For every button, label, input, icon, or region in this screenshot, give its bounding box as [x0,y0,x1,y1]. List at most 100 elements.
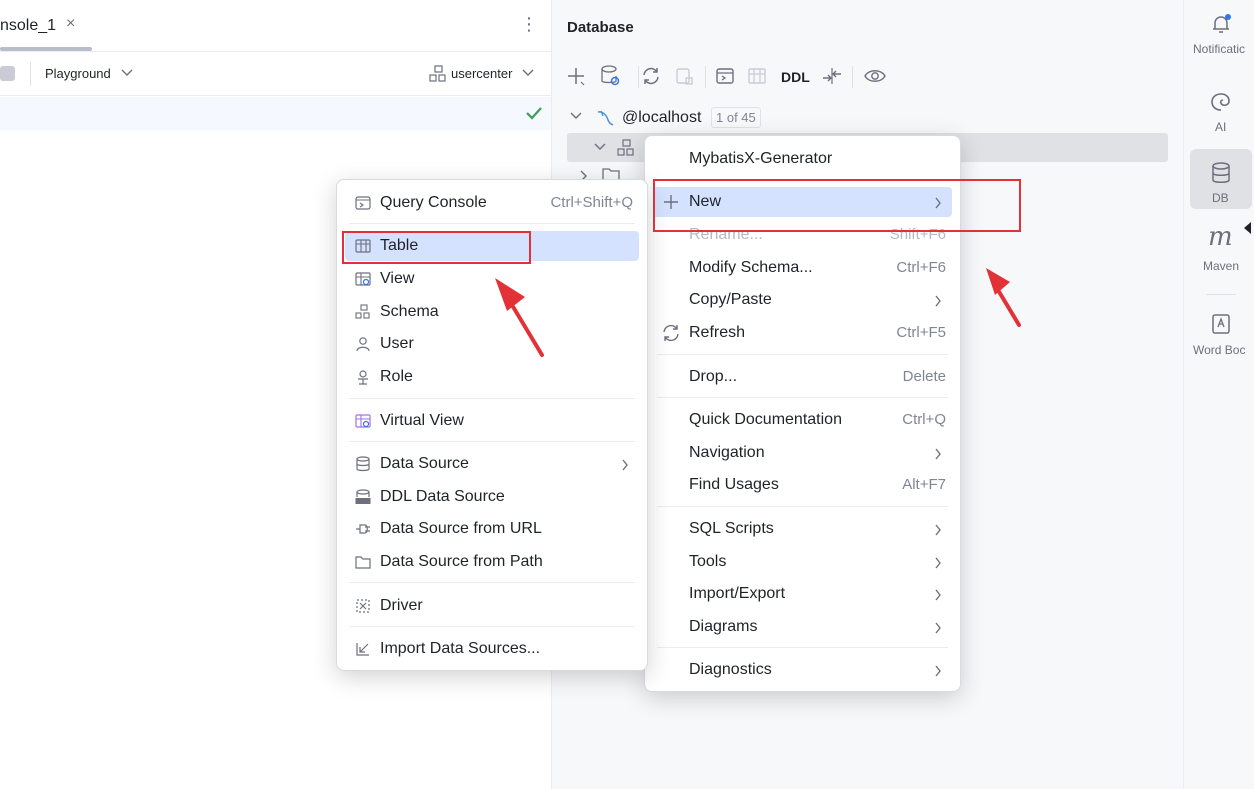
strip-maven[interactable]: m Maven [1190,222,1252,282]
menu-item-find-usages[interactable]: Find Usages Alt+F7 [653,470,952,500]
chevron-right-icon [935,557,941,569]
menu-item-shortcut: Ctrl+Q [902,411,946,428]
annotation-box-new [653,179,1021,232]
menu-item-ddl-data-source[interactable]: DDL Data Source [345,482,639,512]
menu-item-shortcut: Ctrl+F5 [896,324,946,341]
menu-item-driver[interactable]: Driver [345,591,639,621]
menu-item-label: Schema [380,303,439,320]
menu-item-label: Data Source from URL [380,520,542,537]
menu-item-sql-scripts[interactable]: SQL Scripts [653,514,952,544]
menu-item-data-source-url[interactable]: Data Source from URL [345,514,639,544]
tree-item-label: @localhost [622,109,702,126]
menu-item-label: Import Data Sources... [380,640,541,657]
strip-label: DB [1212,191,1229,205]
import-icon [356,643,369,656]
menu-item-label: Drop... [689,368,738,385]
chevron-right-icon [935,448,941,460]
menu-item-shortcut: Ctrl+Shift+Q [550,194,633,211]
strip-db[interactable]: DB [1190,149,1252,209]
console-icon [355,196,371,210]
table-icon[interactable] [745,64,769,88]
menu-item-refresh[interactable]: Refresh Ctrl+F5 [653,318,952,348]
menu-item-import-export[interactable]: Import/Export [653,579,952,609]
menu-item-modify-schema[interactable]: Modify Schema... Ctrl+F6 [653,253,952,283]
menu-item-query-console[interactable]: Query Console Ctrl+Shift+Q [345,188,639,218]
database-toolbar: DDL [552,60,1183,92]
add-icon[interactable] [564,64,588,88]
console-icon[interactable] [713,64,737,88]
schema-icon [617,139,634,156]
eye-icon[interactable] [863,64,887,88]
menu-item-label: Virtual View [380,412,464,429]
refresh-icon [663,324,679,342]
menu-separator [349,223,635,224]
stop-icon[interactable] [0,66,15,81]
menu-item-label: Tools [689,553,727,570]
chevron-right-icon [935,589,941,601]
strip-word-book[interactable]: Word Boc [1190,300,1252,360]
menu-item-import-data-sources[interactable]: Import Data Sources... [345,634,639,664]
schema-selector[interactable]: usercenter [451,66,512,81]
strip-label: Notificatic [1193,42,1246,56]
menu-item-label: Query Console [380,194,487,211]
more-icon[interactable]: ⋮ [520,14,538,34]
close-icon[interactable]: × [66,15,75,33]
role-icon [358,370,368,385]
database-icon [356,456,370,472]
strip-notifications[interactable]: Notificatic [1190,0,1252,60]
menu-item-label: Modify Schema... [689,259,813,276]
tab-label: nsole_1 [0,17,57,34]
refresh-icon[interactable] [639,64,663,88]
menu-separator [657,397,948,398]
menu-item-label: Refresh [689,324,746,341]
menu-item-label: Diagnostics [689,661,772,678]
chevron-down-icon[interactable] [121,68,133,78]
menu-item-data-source-path[interactable]: Data Source from Path [345,547,639,577]
menu-item-role[interactable]: Role [345,362,639,392]
tree-item-localhost[interactable]: @localhost 1 of 45 [567,104,1168,132]
menu-item-tools[interactable]: Tools [653,547,952,577]
menu-item-diagnostics[interactable]: Diagnostics [653,655,952,685]
schema-icon [429,65,446,82]
chevron-down-icon[interactable] [522,68,534,78]
editor-toolbar: Playground usercenter [0,52,551,96]
menu-separator [349,626,635,627]
chevron-right-icon [622,459,628,471]
menu-item-label: Data Source from Path [380,553,543,570]
ddl-button[interactable]: DDL [781,69,810,85]
compare-icon[interactable] [820,64,844,88]
menu-separator [657,354,948,355]
view-icon [355,272,371,286]
tab-console[interactable]: nsole_1 × [0,0,92,52]
menu-item-label: User [380,335,414,352]
chevron-down-icon[interactable] [594,142,606,152]
editor-current-line[interactable] [0,97,551,130]
schema-icon [355,304,370,319]
datasource-settings-icon[interactable] [598,64,622,88]
chevron-right-icon [935,295,941,307]
disconnect-icon[interactable] [672,64,696,88]
menu-item-copy-paste[interactable]: Copy/Paste [653,285,952,315]
menu-item-label: DDL Data Source [380,488,505,505]
strip-ai[interactable]: AI [1190,78,1252,138]
strip-label: Word Boc [1193,343,1246,357]
menu-item-navigation[interactable]: Navigation [653,438,952,468]
menu-item-label: MybatisX-Generator [689,150,833,167]
menu-item-mybatisx[interactable]: MybatisX-Generator [653,144,952,174]
menu-item-virtual-view[interactable]: Virtual View [345,406,639,436]
menu-item-diagrams[interactable]: Diagrams [653,612,952,642]
driver-icon [356,599,370,613]
menu-item-drop[interactable]: Drop... Delete [653,362,952,392]
menu-separator [349,441,635,442]
playground-dropdown[interactable]: Playground [45,66,111,81]
menu-item-data-source[interactable]: Data Source [345,449,639,479]
menu-item-label: Import/Export [689,585,786,602]
menu-item-quick-documentation[interactable]: Quick Documentation Ctrl+Q [653,405,952,435]
active-tab-indicator [0,47,92,51]
word-book-icon [1212,314,1230,334]
chevron-down-icon[interactable] [570,111,582,121]
ddl-icon [355,489,371,504]
menu-item-label: Navigation [689,444,765,461]
checkmark-icon [526,107,542,120]
collapse-arrow-icon[interactable] [1244,222,1251,234]
